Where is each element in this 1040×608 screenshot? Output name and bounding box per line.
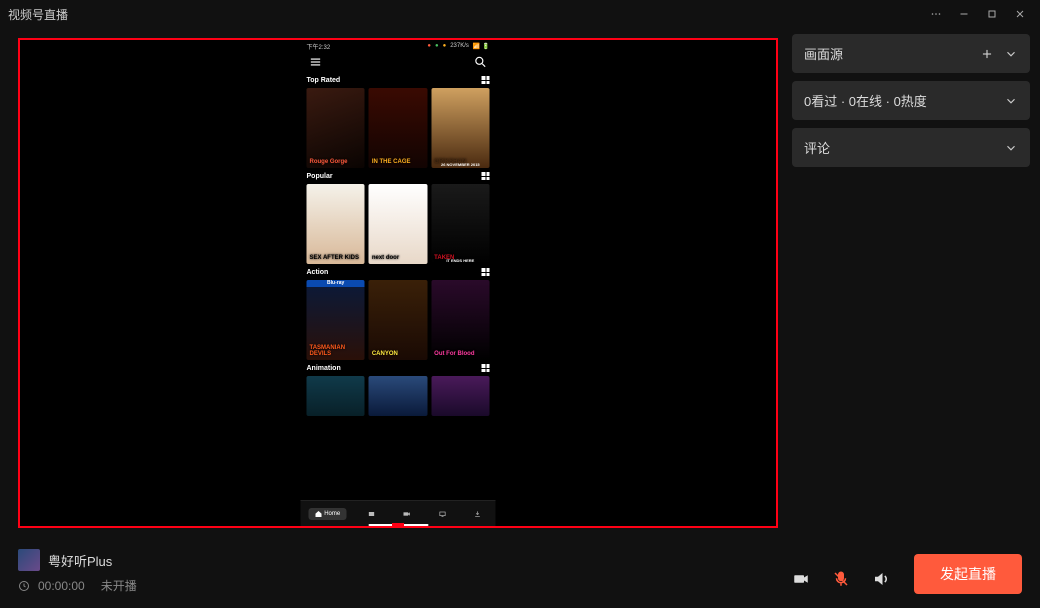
minimize-icon[interactable] bbox=[952, 2, 976, 26]
grid-icon[interactable] bbox=[482, 76, 490, 84]
hamburger-icon[interactable] bbox=[309, 55, 323, 69]
poster[interactable] bbox=[431, 376, 489, 416]
nav-download[interactable] bbox=[468, 508, 488, 520]
nav-tv[interactable] bbox=[432, 508, 452, 520]
camera-toggle[interactable] bbox=[786, 564, 816, 594]
poster[interactable]: IN THE CAGE bbox=[369, 88, 427, 168]
grid-icon[interactable] bbox=[482, 268, 490, 276]
chevron-down-icon[interactable] bbox=[1004, 141, 1018, 155]
poster[interactable]: CANYON bbox=[369, 280, 427, 360]
poster[interactable]: Rouge Gorge bbox=[307, 88, 365, 168]
section-title: Animation bbox=[307, 365, 341, 372]
panel-comments[interactable]: 评论 bbox=[792, 128, 1030, 167]
panel-source[interactable]: 画面源 bbox=[792, 34, 1030, 73]
section-title: Action bbox=[307, 269, 329, 276]
poster[interactable]: Out For Blood bbox=[431, 280, 489, 360]
grid-icon[interactable] bbox=[482, 364, 490, 372]
stream-status: 未开播 bbox=[101, 577, 137, 594]
panel-stats[interactable]: 0看过 · 0在线 · 0热度 bbox=[792, 81, 1030, 120]
grid-icon[interactable] bbox=[482, 172, 490, 180]
poster[interactable]: TAKENIT ENDS HERE bbox=[431, 184, 489, 264]
search-icon[interactable] bbox=[474, 55, 488, 69]
panel-stats-label: 0看过 · 0在线 · 0热度 bbox=[804, 91, 927, 110]
window-title: 视频号直播 bbox=[8, 6, 68, 23]
nav-movies[interactable] bbox=[362, 508, 382, 520]
panel-source-label: 画面源 bbox=[804, 44, 843, 63]
chevron-down-icon[interactable] bbox=[1004, 47, 1018, 61]
nav-video[interactable] bbox=[397, 508, 417, 520]
panel-comments-label: 评论 bbox=[804, 138, 830, 157]
poster[interactable] bbox=[369, 376, 427, 416]
nav-home[interactable]: Home bbox=[308, 508, 346, 520]
chevron-down-icon[interactable] bbox=[1004, 94, 1018, 108]
phone-screen: 下午2:32 ●●● 237K/s 📶 🔋 Top RatedRouge Gor… bbox=[301, 40, 496, 526]
phone-net: 237K/s bbox=[450, 43, 469, 49]
preview-canvas[interactable]: 下午2:32 ●●● 237K/s 📶 🔋 Top RatedRouge Gor… bbox=[18, 38, 778, 528]
avatar[interactable] bbox=[18, 549, 40, 571]
poster[interactable]: GRIKSHAN26 NOVEMBER 2015 bbox=[431, 88, 489, 168]
mic-muted-icon[interactable] bbox=[826, 564, 856, 594]
speaker-icon[interactable] bbox=[866, 564, 896, 594]
section-title: Top Rated bbox=[307, 77, 341, 84]
more-icon[interactable] bbox=[924, 2, 948, 26]
poster[interactable]: SEX AFTER KIDS bbox=[307, 184, 365, 264]
poster[interactable] bbox=[307, 376, 365, 416]
close-icon[interactable] bbox=[1008, 2, 1032, 26]
clock-icon bbox=[18, 580, 30, 592]
timer: 00:00:00 bbox=[38, 579, 85, 593]
poster[interactable]: next door bbox=[369, 184, 427, 264]
go-live-button[interactable]: 发起直播 bbox=[914, 554, 1022, 594]
poster[interactable]: Blu-rayTASMANIAN DEVILS bbox=[307, 280, 365, 360]
phone-time: 下午2:32 bbox=[307, 42, 424, 51]
plus-icon[interactable] bbox=[980, 47, 994, 61]
section-title: Popular bbox=[307, 173, 333, 180]
account-name: 粤好听Plus bbox=[48, 551, 112, 570]
maximize-icon[interactable] bbox=[980, 2, 1004, 26]
